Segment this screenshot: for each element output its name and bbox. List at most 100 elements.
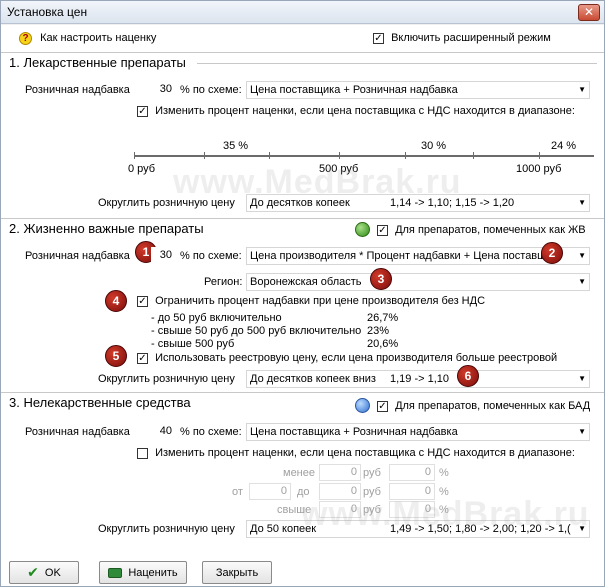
- scale-tick: [204, 152, 205, 159]
- section3-markup-label: Розничная надбавка: [25, 426, 130, 438]
- section3-divider: [1, 392, 604, 393]
- range-less-pct-unit: %: [439, 467, 449, 479]
- limit-row-value: 26,7%: [367, 312, 399, 324]
- apply-markup-button[interactable]: Наценить: [99, 561, 187, 584]
- limit-row-value: 20,6%: [367, 338, 399, 350]
- scale-label-500: 500 руб: [319, 163, 359, 175]
- section1-change-range-checkbox[interactable]: ✓: [137, 105, 148, 117]
- range-to-label: до: [297, 486, 310, 498]
- limit-row-label: - свыше 50 руб до 500 руб включительно: [151, 325, 362, 337]
- range-from-input[interactable]: 0: [249, 483, 291, 500]
- section2-registry-checkbox[interactable]: ✓: [137, 352, 148, 364]
- range-less-unit: руб: [363, 467, 381, 479]
- limit-row-label: - свыше 500 руб: [151, 338, 235, 350]
- callout-badge-2: 2: [541, 242, 563, 264]
- green-circle-icon: [355, 222, 370, 237]
- section1-title: 1. Лекарственные препараты: [9, 55, 186, 70]
- close-button[interactable]: Закрыть: [202, 561, 272, 584]
- scale-pct-3: 24 %: [551, 140, 577, 152]
- close-button-label: Закрыть: [215, 566, 259, 579]
- extended-mode-checkbox[interactable]: ✓: [373, 32, 384, 44]
- section3-round-example: 1,49 -> 1,50; 1,80 -> 2,00; 1,20 -> 1,(: [390, 523, 571, 535]
- section1-round-value: До десятков копеек: [250, 197, 350, 209]
- section2-for-marked-label: Для препаратов, помеченных как ЖВ: [395, 224, 586, 236]
- extended-mode-toggle[interactable]: ✓ Включить расширенный режим: [373, 32, 551, 44]
- section2-region-select[interactable]: Воронежская область ▼: [246, 273, 590, 291]
- range-more-label: свыше: [277, 504, 312, 516]
- section1-round-example: 1,14 -> 1,10; 1,15 -> 1,20: [390, 197, 515, 209]
- limit-row-value: 23%: [367, 325, 390, 337]
- section1-round-label: Округлить розничную цену: [98, 197, 235, 209]
- scale-tick: [405, 152, 406, 159]
- range-mid-pct-unit: %: [439, 486, 449, 498]
- chevron-down-icon: ▼: [578, 251, 586, 260]
- section1-markup-input[interactable]: 30: [134, 81, 176, 98]
- section3-round-label: Округлить розничную цену: [98, 523, 235, 535]
- callout-badge-6: 6: [457, 365, 479, 387]
- section2-for-marked-toggle[interactable]: ✓ Для препаратов, помеченных как ЖВ: [377, 224, 586, 236]
- section2-title: 2. Жизненно важные препараты: [9, 221, 204, 236]
- chevron-down-icon: ▼: [578, 85, 586, 94]
- apply-markup-label: Наценить: [128, 566, 178, 579]
- section2-round-example: 1,19 -> 1,10: [390, 373, 450, 385]
- section3-round-select[interactable]: До 50 копеек 1,49 -> 1,50; 1,80 -> 2,00;…: [246, 520, 590, 538]
- section3-for-marked-toggle[interactable]: ✓ Для препаратов, помеченных как БАД: [377, 400, 590, 412]
- help-link[interactable]: Как настроить наценку: [40, 32, 156, 44]
- section1-change-range-label: Изменить процент наценки, если цена пост…: [155, 105, 575, 117]
- section3-change-range-toggle[interactable]: Изменить процент наценки, если цена пост…: [137, 447, 575, 459]
- range-to-input[interactable]: 0: [319, 483, 361, 500]
- range-more-input[interactable]: 0: [319, 501, 361, 518]
- section2-percent-scheme-label: % по схеме:: [180, 250, 242, 262]
- section2-limit-checkbox[interactable]: ✓: [137, 295, 148, 307]
- section2-limit-label: Ограничить процент надбавки при цене про…: [155, 295, 486, 307]
- range-less-pct-input[interactable]: 0: [389, 464, 435, 481]
- section1-markup-label: Розничная надбавка: [25, 84, 130, 96]
- section3-markup-input[interactable]: 40: [134, 423, 176, 440]
- scale-tick: [134, 152, 135, 159]
- section2-registry-toggle[interactable]: ✓ Использовать реестровую цену, если цен…: [137, 352, 557, 364]
- dialog-body: ? Как настроить наценку ✓ Включить расши…: [1, 25, 604, 586]
- range-more-pct-unit: %: [439, 504, 449, 516]
- chevron-down-icon: ▼: [578, 524, 586, 533]
- section2-for-marked-checkbox[interactable]: ✓: [377, 224, 388, 236]
- price-settings-window: Установка цен ✕ ? Как настроить наценку …: [0, 0, 605, 587]
- money-stack-icon: [108, 567, 123, 578]
- section3-scheme-value: Цена поставщика + Розничная надбавка: [250, 426, 458, 438]
- range-less-input[interactable]: 0: [319, 464, 361, 481]
- section1-scheme-select[interactable]: Цена поставщика + Розничная надбавка ▼: [246, 81, 590, 99]
- section1-round-select[interactable]: До десятков копеек 1,14 -> 1,10; 1,15 ->…: [246, 194, 590, 212]
- window-title: Установка цен: [7, 5, 88, 19]
- range-more-unit: руб: [363, 504, 381, 516]
- section2-region-label: Регион:: [204, 276, 243, 288]
- section3-scheme-select[interactable]: Цена поставщика + Розничная надбавка ▼: [246, 423, 590, 441]
- range-from-label: от: [232, 486, 243, 498]
- scale-axis: [134, 155, 594, 157]
- section2-round-select[interactable]: До десятков копеек вниз 1,19 -> 1,10 ▼: [246, 370, 590, 388]
- section3-change-range-checkbox[interactable]: [137, 447, 148, 459]
- range-mid-pct-input[interactable]: 0: [389, 483, 435, 500]
- help-row[interactable]: ? Как настроить наценку: [19, 32, 156, 45]
- section3-change-range-label: Изменить процент наценки, если цена пост…: [155, 447, 575, 459]
- section2-scheme-value: Цена производителя * Процент надбавки + …: [250, 250, 553, 262]
- section2-round-label: Округлить розничную цену: [98, 373, 235, 385]
- section3-percent-scheme-label: % по схеме:: [180, 426, 242, 438]
- section2-limit-toggle[interactable]: ✓ Ограничить процент надбавки при цене п…: [137, 295, 485, 307]
- section2-scheme-select[interactable]: Цена производителя * Процент надбавки + …: [246, 247, 590, 265]
- close-window-button[interactable]: ✕: [578, 4, 600, 21]
- callout-badge-4: 4: [105, 290, 127, 312]
- section2-divider: [1, 218, 604, 219]
- ok-button-label: OK: [44, 566, 61, 579]
- range-more-pct-input[interactable]: 0: [389, 501, 435, 518]
- chevron-down-icon: ▼: [578, 374, 586, 383]
- scale-tick: [539, 152, 540, 159]
- section1-change-range-toggle[interactable]: ✓ Изменить процент наценки, если цена по…: [137, 105, 575, 117]
- section2-markup-input[interactable]: 30: [151, 247, 176, 264]
- scale-pct-1: 35 %: [223, 140, 249, 152]
- scale-tick: [339, 152, 340, 159]
- section2-markup-label: Розничная надбавка: [25, 250, 130, 262]
- chevron-down-icon: ▼: [578, 427, 586, 436]
- section3-for-marked-checkbox[interactable]: ✓: [377, 400, 388, 412]
- section3-title: 3. Нелекарственные средства: [9, 395, 191, 410]
- chevron-down-icon: ▼: [578, 198, 586, 207]
- ok-button[interactable]: ✔ OK: [9, 561, 79, 584]
